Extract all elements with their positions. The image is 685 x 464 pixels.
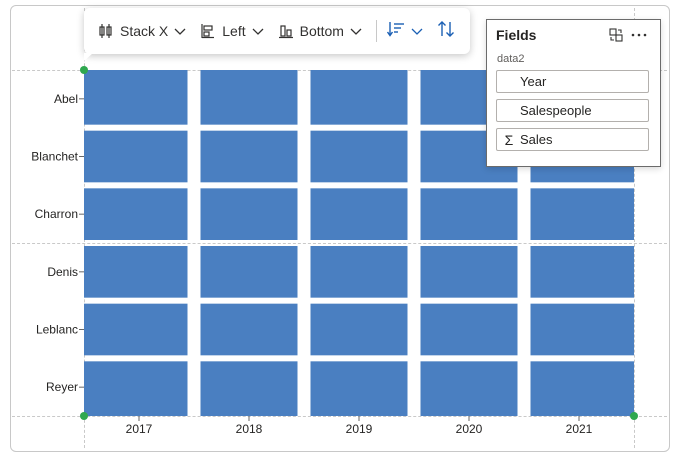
heatmap-cell [310,246,408,298]
chevron-down-icon [252,25,264,37]
chevron-down-icon [411,25,423,37]
align-bottom-icon [278,23,294,39]
align-left-label: Left [222,23,246,39]
resize-handle[interactable] [630,412,638,420]
field-item-label: Year [520,74,547,89]
heatmap-cell [420,361,518,416]
stack-x-button[interactable]: Stack X [98,16,186,46]
heatmap-cell [530,303,634,356]
switch-field-icon[interactable] [609,28,623,42]
y-tick-label: Leblanc [36,323,78,337]
align-left-icon [200,23,216,39]
fields-panel-title: Fields [496,27,537,43]
heatmap-cell [200,70,298,125]
heatmap-cell [420,188,518,240]
x-tick-label: 2021 [566,422,593,436]
sort-direction-button[interactable] [437,20,455,43]
heatmap-cell [200,130,298,183]
toolbar-divider [375,20,377,42]
field-item-salespeople[interactable]: Salespeople [496,99,649,122]
heatmap-cell [84,130,188,183]
y-tick-label: Blanchet [31,150,78,164]
heatmap-cell [200,246,298,298]
heatmap-cell [530,188,634,240]
x-tick-label: 2018 [236,422,263,436]
sigma-icon: Σ [504,131,514,148]
y-tick-label: Charron [35,207,78,221]
heatmap-cell [200,361,298,416]
chevron-down-icon [174,25,186,37]
sort-up-down-icon [437,20,455,43]
heatmap-cell [200,188,298,240]
y-tick-label: Abel [54,92,78,106]
heatmap-cell [310,130,408,183]
position-bottom-label: Bottom [299,23,344,39]
field-item-sales[interactable]: Σ Sales [496,128,649,151]
chevron-down-icon [350,25,362,37]
heatmap-cell [530,361,634,416]
x-tick-label: 2020 [456,422,483,436]
resize-handle[interactable] [80,66,88,74]
heatmap-cell [310,70,408,125]
heatmap-cell [310,361,408,416]
dataset-name: data2 [497,53,525,65]
resize-handle[interactable] [80,412,88,420]
field-item-label: Sales [520,132,553,147]
heatmap-cell [200,303,298,356]
fields-panel: Fields data2 Year Salespeople Σ Sales [486,19,661,167]
heatmap-cell [310,188,408,240]
heatmap-cell [84,246,188,298]
stack-columns-icon [98,23,114,39]
align-left-button[interactable]: Left [200,16,264,46]
sort-options-button[interactable] [386,21,423,42]
y-tick-label: Denis [47,265,78,279]
heatmap-cell [84,70,188,125]
toolbar-pointer [84,53,93,61]
heatmap-cell [84,361,188,416]
heatmap-cell [84,303,188,356]
heatmap-cell [420,246,518,298]
stack-x-label: Stack X [120,23,169,39]
sort-descending-icon [386,21,405,42]
visual-toolbar: Stack X Left Bottom [84,8,470,61]
field-item-year[interactable]: Year [496,70,649,93]
heatmap-cell [310,303,408,356]
heatmap-cell [84,188,188,240]
y-tick-label: Reyer [46,380,78,394]
more-options-icon[interactable] [631,28,647,42]
x-tick-label: 2019 [346,422,373,436]
heatmap-cell [530,246,634,298]
field-item-label: Salespeople [520,103,592,118]
position-bottom-button[interactable]: Bottom [278,16,362,46]
heatmap-cell [420,303,518,356]
x-tick-label: 2017 [126,422,153,436]
